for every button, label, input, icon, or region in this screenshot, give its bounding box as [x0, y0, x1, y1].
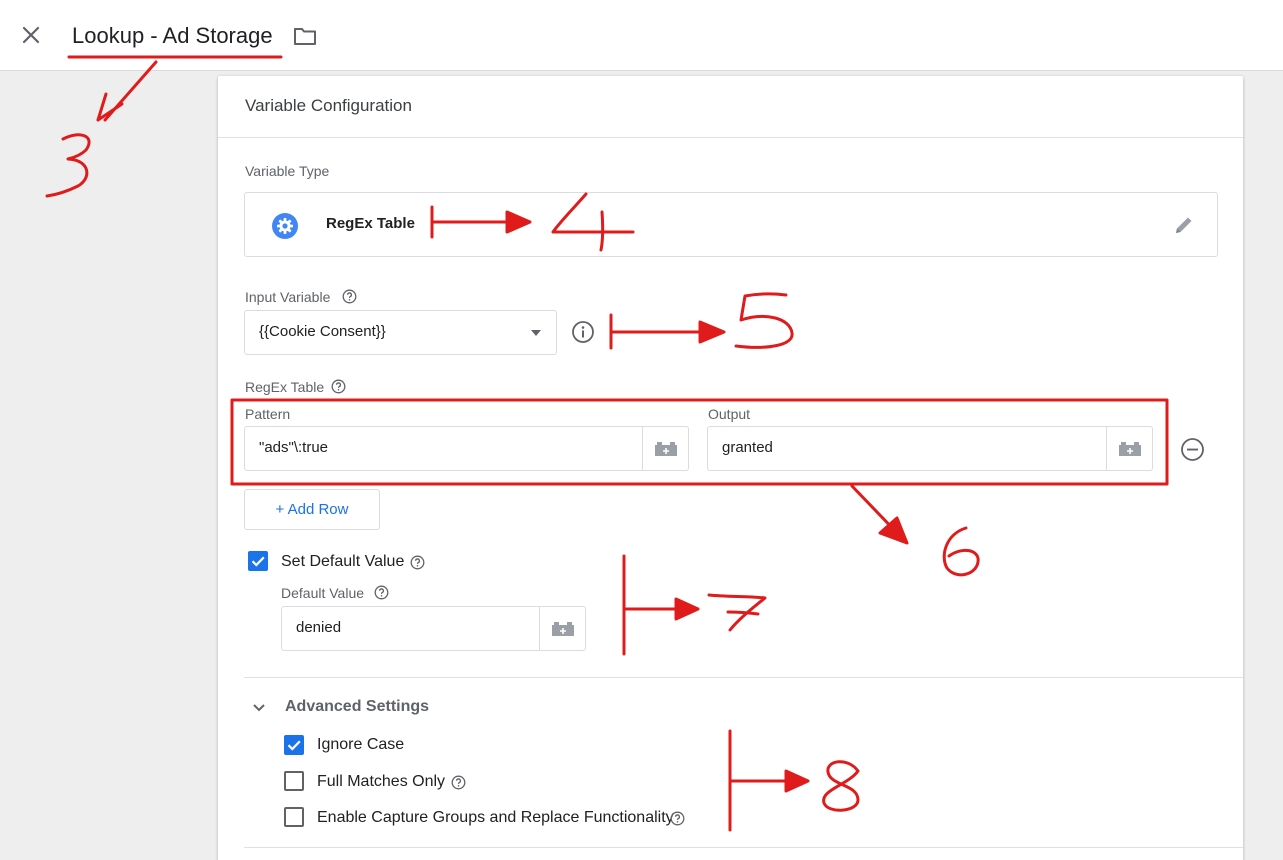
info-icon[interactable] — [571, 320, 595, 344]
regex-table-label: RegEx Table — [245, 379, 325, 395]
help-icon[interactable] — [331, 379, 346, 394]
set-default-value-checkbox[interactable] — [248, 551, 268, 571]
default-value-input[interactable]: denied — [281, 606, 586, 651]
pattern-input[interactable]: "ads"\:true — [244, 426, 689, 471]
remove-row-icon[interactable] — [1180, 437, 1205, 462]
insert-variable-button[interactable] — [642, 427, 688, 470]
variable-brick-icon — [552, 622, 574, 636]
card-title: Variable Configuration — [245, 96, 412, 115]
insert-variable-button[interactable] — [1106, 427, 1152, 470]
help-icon[interactable] — [342, 289, 357, 304]
input-variable-label: Input Variable — [245, 289, 331, 305]
top-bar: Lookup - Ad Storage — [0, 0, 1283, 71]
variable-type-selector[interactable]: RegEx Table — [244, 192, 1218, 257]
divider — [244, 677, 1243, 678]
variable-brick-icon — [655, 442, 677, 456]
insert-variable-button[interactable] — [539, 607, 585, 650]
default-value-value: denied — [296, 619, 342, 636]
chevron-down-icon[interactable] — [251, 701, 267, 713]
pencil-icon[interactable] — [1173, 214, 1195, 236]
add-row-button[interactable]: + Add Row — [244, 489, 380, 530]
chevron-down-icon — [531, 330, 541, 336]
variable-type-name: RegEx Table — [326, 215, 415, 232]
capture-groups-checkbox[interactable] — [284, 807, 304, 827]
full-matches-only-label: Full Matches Only — [317, 773, 446, 790]
output-value: granted — [722, 439, 773, 456]
variable-configuration-card: Variable Configuration Variable Type Reg… — [218, 76, 1243, 860]
set-default-value-label: Set Default Value — [281, 553, 405, 570]
input-variable-select[interactable]: {{Cookie Consent}} — [244, 310, 557, 355]
ignore-case-checkbox[interactable] — [284, 735, 304, 755]
pattern-value: "ads"\:true — [259, 439, 329, 456]
folder-icon[interactable] — [292, 24, 318, 48]
arrow-head-annotation — [96, 92, 124, 122]
page-title[interactable]: Lookup - Ad Storage — [72, 23, 273, 49]
help-icon[interactable] — [451, 775, 466, 790]
output-input[interactable]: granted — [707, 426, 1153, 471]
output-column-header: Output — [708, 406, 751, 422]
help-icon[interactable] — [374, 585, 389, 600]
variable-type-label: Variable Type — [245, 163, 330, 179]
gear-icon — [272, 213, 298, 239]
number-3-annotation — [45, 133, 91, 198]
input-variable-value: {{Cookie Consent}} — [259, 323, 386, 340]
default-value-label: Default Value — [281, 585, 365, 601]
ignore-case-label: Ignore Case — [317, 736, 405, 753]
capture-groups-label: Enable Capture Groups and Replace Functi… — [317, 809, 674, 826]
full-matches-only-checkbox[interactable] — [284, 771, 304, 791]
card-header: Variable Configuration — [218, 76, 1243, 138]
close-icon[interactable] — [18, 22, 44, 48]
pattern-column-header: Pattern — [245, 406, 291, 422]
variable-brick-icon — [1119, 442, 1141, 456]
advanced-settings-toggle[interactable]: Advanced Settings — [285, 698, 429, 716]
divider — [244, 847, 1243, 848]
help-icon[interactable] — [670, 811, 685, 826]
help-icon[interactable] — [410, 555, 425, 570]
